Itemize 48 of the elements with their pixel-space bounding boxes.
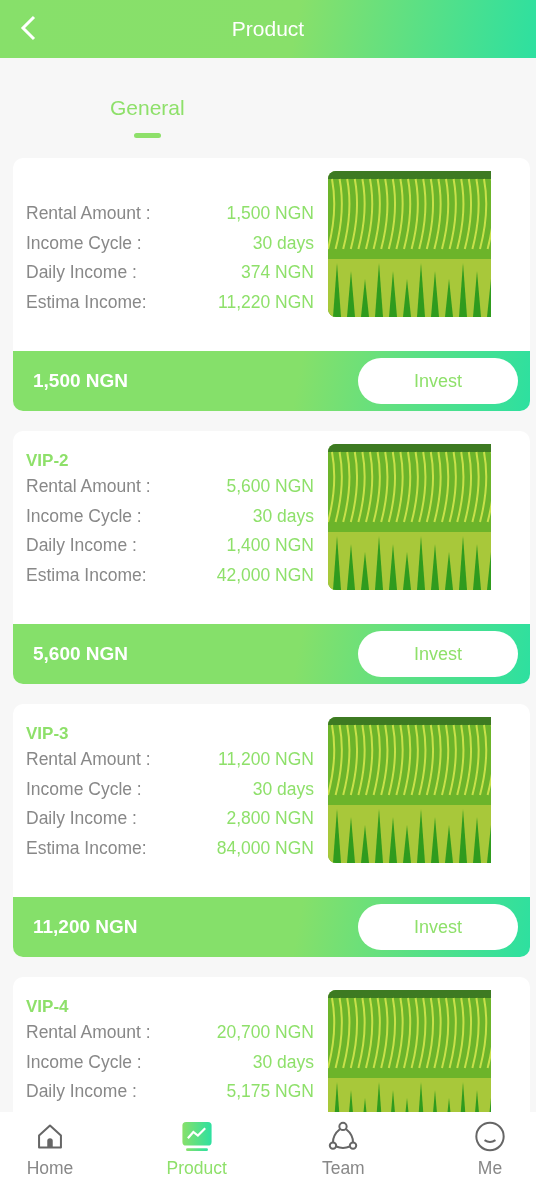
row-value: 5,600 NGN — [226, 476, 314, 498]
row-value: 374 NGN — [241, 262, 314, 284]
invest-button[interactable]: Invest — [358, 358, 518, 404]
row-label: Daily Income : — [26, 808, 137, 830]
row-value: 2,800 NGN — [226, 808, 314, 830]
nav-item[interactable]: Product — [164, 1112, 229, 1180]
price: 1,500 NGN — [33, 370, 129, 392]
face-icon — [472, 1121, 507, 1152]
row-label: Rental Amount : — [26, 1022, 151, 1044]
row-label: Daily Income : — [26, 262, 137, 284]
price: 11,200 NGN — [33, 916, 138, 938]
row-label: Estima Income: — [26, 291, 147, 313]
product-name: VIP-4 — [26, 997, 69, 1016]
row-label: Rental Amount : — [26, 203, 151, 225]
row-label: Daily Income : — [26, 535, 137, 557]
tab[interactable]: General — [104, 58, 191, 158]
row-label: Rental Amount : — [26, 749, 151, 771]
invest-button[interactable]: Invest — [358, 904, 518, 950]
page-title: Product — [231, 17, 305, 41]
row-label: Estima Income: — [26, 564, 147, 586]
row-value: 30 days — [252, 778, 314, 800]
row-value: 42,000 NGN — [216, 564, 314, 586]
price: 5,600 NGN — [33, 643, 129, 665]
row-label: Estima Income: — [26, 837, 147, 859]
chart-icon — [179, 1121, 214, 1152]
nav-item[interactable]: Home — [18, 1112, 82, 1180]
row-label: Income Cycle : — [26, 505, 142, 527]
nav-item[interactable]: Me — [457, 1112, 522, 1180]
invest-button[interactable]: Invest — [358, 631, 518, 677]
row-label: Daily Income : — [26, 1081, 137, 1103]
row-label: Rental Amount : — [26, 476, 151, 498]
back-icon[interactable] — [20, 15, 36, 41]
row-label: Income Cycle : — [26, 778, 142, 800]
row-value: 20,700 NGN — [216, 1022, 314, 1044]
row-value: 84,000 NGN — [216, 837, 314, 859]
row-value: 1,500 NGN — [226, 203, 314, 225]
row-value: 11,200 NGN — [218, 749, 314, 771]
product-name: VIP-3 — [26, 724, 69, 743]
row-label: Income Cycle : — [26, 232, 142, 254]
nav-item[interactable]: Team — [311, 1112, 376, 1180]
row-label: Income Cycle : — [26, 1051, 142, 1073]
product-name: VIP-2 — [26, 451, 69, 470]
row-value: 11,220 NGN — [218, 291, 314, 313]
row-value: 1,400 NGN — [226, 535, 314, 557]
row-value: 5,175 NGN — [226, 1081, 314, 1103]
row-value: 30 days — [252, 232, 314, 254]
row-value: 30 days — [252, 505, 314, 527]
row-value: 30 days — [252, 1051, 314, 1073]
